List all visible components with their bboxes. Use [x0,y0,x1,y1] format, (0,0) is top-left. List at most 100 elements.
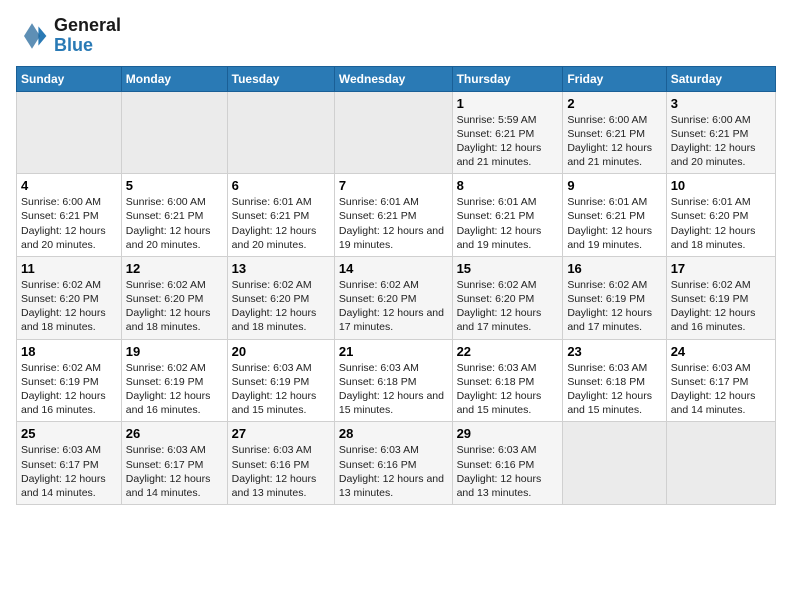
week-row-2: 4Sunrise: 6:00 AMSunset: 6:21 PMDaylight… [17,174,776,257]
day-info: Sunrise: 6:01 AM [567,195,661,209]
day-info: Daylight: 12 hours and 19 minutes. [339,224,448,252]
calendar-cell [227,91,334,174]
day-number: 3 [671,96,771,111]
day-info: Sunset: 6:18 PM [567,375,661,389]
calendar-body: 1Sunrise: 5:59 AMSunset: 6:21 PMDaylight… [17,91,776,504]
day-info: Sunrise: 6:00 AM [126,195,223,209]
calendar-cell: 13Sunrise: 6:02 AMSunset: 6:20 PMDayligh… [227,256,334,339]
calendar-cell [563,422,666,505]
day-info: Sunset: 6:16 PM [457,458,559,472]
day-info: Sunset: 6:19 PM [232,375,330,389]
day-number: 22 [457,344,559,359]
day-info: Sunset: 6:21 PM [457,209,559,223]
week-row-4: 18Sunrise: 6:02 AMSunset: 6:19 PMDayligh… [17,339,776,422]
day-info: Daylight: 12 hours and 18 minutes. [21,306,117,334]
day-info: Daylight: 12 hours and 20 minutes. [21,224,117,252]
calendar-cell: 24Sunrise: 6:03 AMSunset: 6:17 PMDayligh… [666,339,775,422]
page-header: General Blue [16,16,776,56]
calendar-cell: 8Sunrise: 6:01 AMSunset: 6:21 PMDaylight… [452,174,563,257]
day-info: Daylight: 12 hours and 18 minutes. [671,224,771,252]
header-day-thursday: Thursday [452,66,563,91]
day-info: Daylight: 12 hours and 18 minutes. [126,306,223,334]
day-info: Sunrise: 6:01 AM [457,195,559,209]
day-number: 4 [21,178,117,193]
day-info: Sunset: 6:20 PM [21,292,117,306]
day-info: Sunrise: 6:02 AM [126,361,223,375]
day-number: 9 [567,178,661,193]
day-info: Sunrise: 6:03 AM [232,361,330,375]
day-info: Sunset: 6:20 PM [671,209,771,223]
week-row-3: 11Sunrise: 6:02 AMSunset: 6:20 PMDayligh… [17,256,776,339]
day-info: Daylight: 12 hours and 19 minutes. [567,224,661,252]
day-info: Sunset: 6:16 PM [339,458,448,472]
header-day-saturday: Saturday [666,66,775,91]
day-info: Sunrise: 6:02 AM [567,278,661,292]
day-info: Sunrise: 6:03 AM [232,443,330,457]
calendar-cell: 27Sunrise: 6:03 AMSunset: 6:16 PMDayligh… [227,422,334,505]
calendar-cell: 12Sunrise: 6:02 AMSunset: 6:20 PMDayligh… [121,256,227,339]
day-info: Sunset: 6:21 PM [567,127,661,141]
day-number: 6 [232,178,330,193]
day-info: Sunrise: 6:02 AM [21,361,117,375]
day-info: Daylight: 12 hours and 17 minutes. [567,306,661,334]
day-number: 12 [126,261,223,276]
day-info: Sunrise: 6:02 AM [126,278,223,292]
calendar-cell [334,91,452,174]
calendar-cell: 17Sunrise: 6:02 AMSunset: 6:19 PMDayligh… [666,256,775,339]
day-info: Sunrise: 6:02 AM [232,278,330,292]
day-info: Daylight: 12 hours and 14 minutes. [671,389,771,417]
day-info: Daylight: 12 hours and 19 minutes. [457,224,559,252]
logo: General Blue [16,16,121,56]
day-info: Sunset: 6:18 PM [339,375,448,389]
calendar-cell: 10Sunrise: 6:01 AMSunset: 6:20 PMDayligh… [666,174,775,257]
day-number: 26 [126,426,223,441]
day-info: Sunrise: 6:03 AM [126,443,223,457]
day-number: 19 [126,344,223,359]
day-info: Daylight: 12 hours and 16 minutes. [126,389,223,417]
day-info: Daylight: 12 hours and 17 minutes. [339,306,448,334]
day-info: Daylight: 12 hours and 17 minutes. [457,306,559,334]
day-number: 1 [457,96,559,111]
day-info: Daylight: 12 hours and 21 minutes. [457,141,559,169]
calendar-cell: 16Sunrise: 6:02 AMSunset: 6:19 PMDayligh… [563,256,666,339]
day-info: Sunset: 6:20 PM [457,292,559,306]
day-info: Sunset: 6:20 PM [232,292,330,306]
day-info: Daylight: 12 hours and 14 minutes. [126,472,223,500]
day-number: 2 [567,96,661,111]
calendar-cell: 2Sunrise: 6:00 AMSunset: 6:21 PMDaylight… [563,91,666,174]
day-info: Daylight: 12 hours and 13 minutes. [232,472,330,500]
day-info: Daylight: 12 hours and 18 minutes. [232,306,330,334]
day-info: Sunrise: 6:01 AM [339,195,448,209]
day-info: Sunset: 6:19 PM [671,292,771,306]
header-day-friday: Friday [563,66,666,91]
day-info: Daylight: 12 hours and 15 minutes. [232,389,330,417]
day-info: Daylight: 12 hours and 20 minutes. [232,224,330,252]
day-info: Daylight: 12 hours and 15 minutes. [339,389,448,417]
day-info: Daylight: 12 hours and 20 minutes. [671,141,771,169]
day-number: 15 [457,261,559,276]
calendar-cell [17,91,122,174]
day-number: 14 [339,261,448,276]
calendar-cell: 20Sunrise: 6:03 AMSunset: 6:19 PMDayligh… [227,339,334,422]
day-number: 18 [21,344,117,359]
day-info: Daylight: 12 hours and 21 minutes. [567,141,661,169]
calendar-cell: 5Sunrise: 6:00 AMSunset: 6:21 PMDaylight… [121,174,227,257]
calendar-cell: 1Sunrise: 5:59 AMSunset: 6:21 PMDaylight… [452,91,563,174]
day-info: Sunrise: 6:01 AM [232,195,330,209]
day-number: 17 [671,261,771,276]
calendar-cell: 11Sunrise: 6:02 AMSunset: 6:20 PMDayligh… [17,256,122,339]
day-number: 28 [339,426,448,441]
day-info: Sunset: 6:21 PM [126,209,223,223]
header-day-wednesday: Wednesday [334,66,452,91]
calendar-cell: 7Sunrise: 6:01 AMSunset: 6:21 PMDaylight… [334,174,452,257]
calendar-cell: 19Sunrise: 6:02 AMSunset: 6:19 PMDayligh… [121,339,227,422]
header-day-sunday: Sunday [17,66,122,91]
calendar-cell: 26Sunrise: 6:03 AMSunset: 6:17 PMDayligh… [121,422,227,505]
calendar-cell: 21Sunrise: 6:03 AMSunset: 6:18 PMDayligh… [334,339,452,422]
day-info: Sunset: 6:21 PM [671,127,771,141]
day-info: Sunset: 6:19 PM [21,375,117,389]
day-info: Sunrise: 6:03 AM [457,443,559,457]
day-info: Sunrise: 6:02 AM [671,278,771,292]
calendar-header: SundayMondayTuesdayWednesdayThursdayFrid… [17,66,776,91]
day-number: 11 [21,261,117,276]
